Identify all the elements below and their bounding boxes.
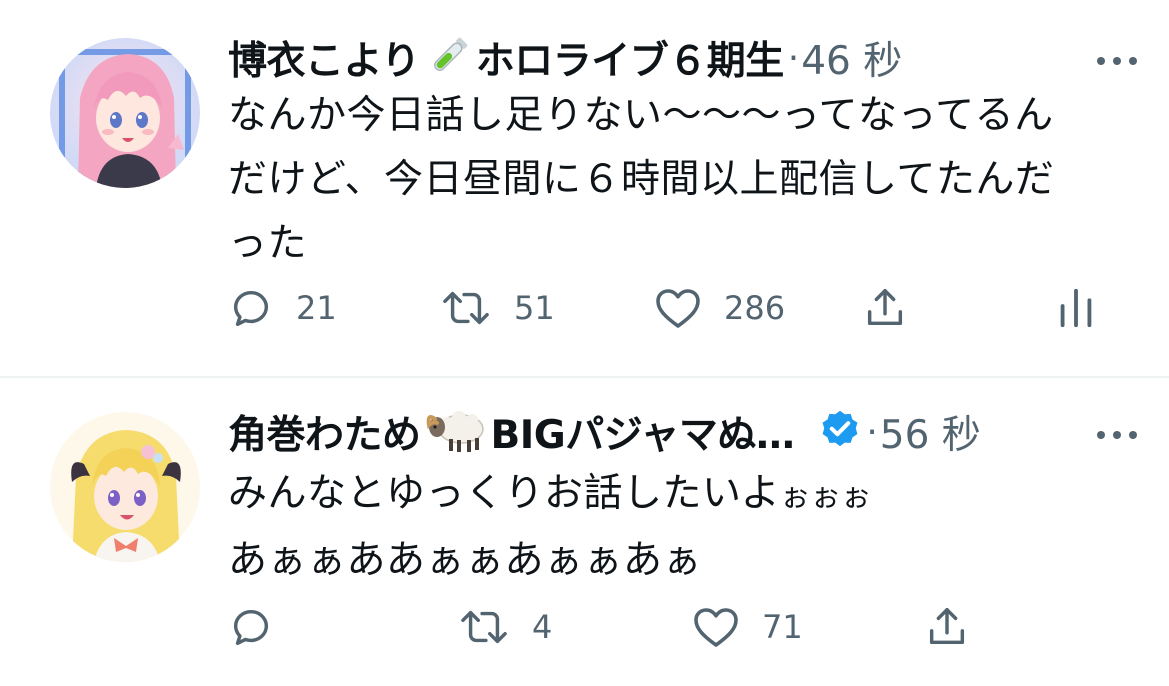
heart-icon: [692, 604, 740, 650]
retweet-icon: [440, 285, 492, 331]
separator-dot: ·: [866, 411, 878, 453]
like-button[interactable]: 71: [692, 602, 803, 652]
ram-emoji-icon: [425, 405, 487, 459]
verified-badge-icon: [818, 408, 862, 456]
retweet-button[interactable]: 4: [458, 602, 552, 652]
more-dots-icon[interactable]: [1095, 52, 1139, 65]
tweet-actions: 21 51 286: [228, 283, 1139, 333]
tweet-header: 博衣こより ホロライブ６期生 · 46 秒: [228, 30, 1139, 86]
tweet-text-line: だけど、今日昼間に６時間以上配信してたんだ: [228, 157, 1055, 202]
retweet-icon: [458, 604, 510, 650]
tweet-text: みんなとゆっくりお話したいよぉぉぉ あぁぁああぁぁあぁぁあぁ: [228, 462, 1109, 593]
share-button[interactable]: [862, 283, 908, 333]
reply-icon: [228, 604, 274, 650]
retweet-count: 51: [514, 289, 555, 327]
tweet-text-line: った: [228, 221, 308, 266]
display-name-suffix[interactable]: ホロライブ６期生: [476, 30, 785, 86]
tweet-header: 角巻わため BIGパジャマぬ… · 56 秒: [228, 404, 1139, 460]
retweet-button[interactable]: 51: [440, 283, 555, 333]
analytics-icon: [1056, 285, 1096, 331]
reply-button[interactable]: 21: [228, 283, 337, 333]
tweet-text-line: みんなとゆっくりお話したいよぉぉぉ: [228, 462, 1109, 529]
tweet[interactable]: 角巻わため BIGパジャマぬ… · 56 秒 みんなとゆっくりお話したいよぉぉぉ…: [0, 378, 1169, 686]
tweet-text-main: みんなとゆっくりお話したいよ: [228, 471, 781, 516]
tweet-text-line: なんか今日話し足りない〜〜〜ってなってるん: [228, 93, 1054, 138]
tweet-text: なんか今日話し足りない〜〜〜ってなってるん だけど、今日昼間に６時間以上配信して…: [228, 84, 1109, 276]
like-button[interactable]: 286: [654, 283, 785, 333]
like-count: 286: [724, 289, 786, 327]
display-name-suffix[interactable]: BIGパジャマぬ…: [491, 404, 795, 460]
timestamp[interactable]: 46 秒: [801, 30, 902, 86]
reply-button[interactable]: [228, 602, 296, 652]
like-count: 71: [762, 608, 803, 646]
share-icon: [862, 285, 908, 331]
avatar[interactable]: [50, 412, 200, 562]
reply-count: 21: [296, 289, 337, 327]
test-tube-emoji-icon: [426, 33, 472, 83]
tweet[interactable]: 博衣こより ホロライブ６期生 · 46 秒 なんか今日話し足りない〜〜〜ってなっ…: [0, 0, 1169, 376]
tweet-text-small: ぉぉぉ: [780, 479, 872, 514]
separator-dot: ·: [787, 37, 800, 79]
avatar[interactable]: [50, 38, 200, 188]
heart-icon: [654, 285, 702, 331]
tweet-text-line: あぁぁああぁぁあぁぁあぁ: [228, 538, 703, 583]
share-button[interactable]: [924, 602, 970, 652]
timestamp[interactable]: 56 秒: [880, 404, 981, 460]
retweet-count: 4: [532, 608, 553, 646]
tweet-actions: 4 71: [228, 602, 1139, 652]
share-icon: [924, 604, 970, 650]
display-name[interactable]: 角巻わため: [228, 404, 421, 460]
more-dots-icon[interactable]: [1095, 426, 1139, 439]
analytics-button[interactable]: [1056, 283, 1096, 333]
display-name[interactable]: 博衣こより: [228, 30, 420, 86]
reply-icon: [228, 285, 274, 331]
